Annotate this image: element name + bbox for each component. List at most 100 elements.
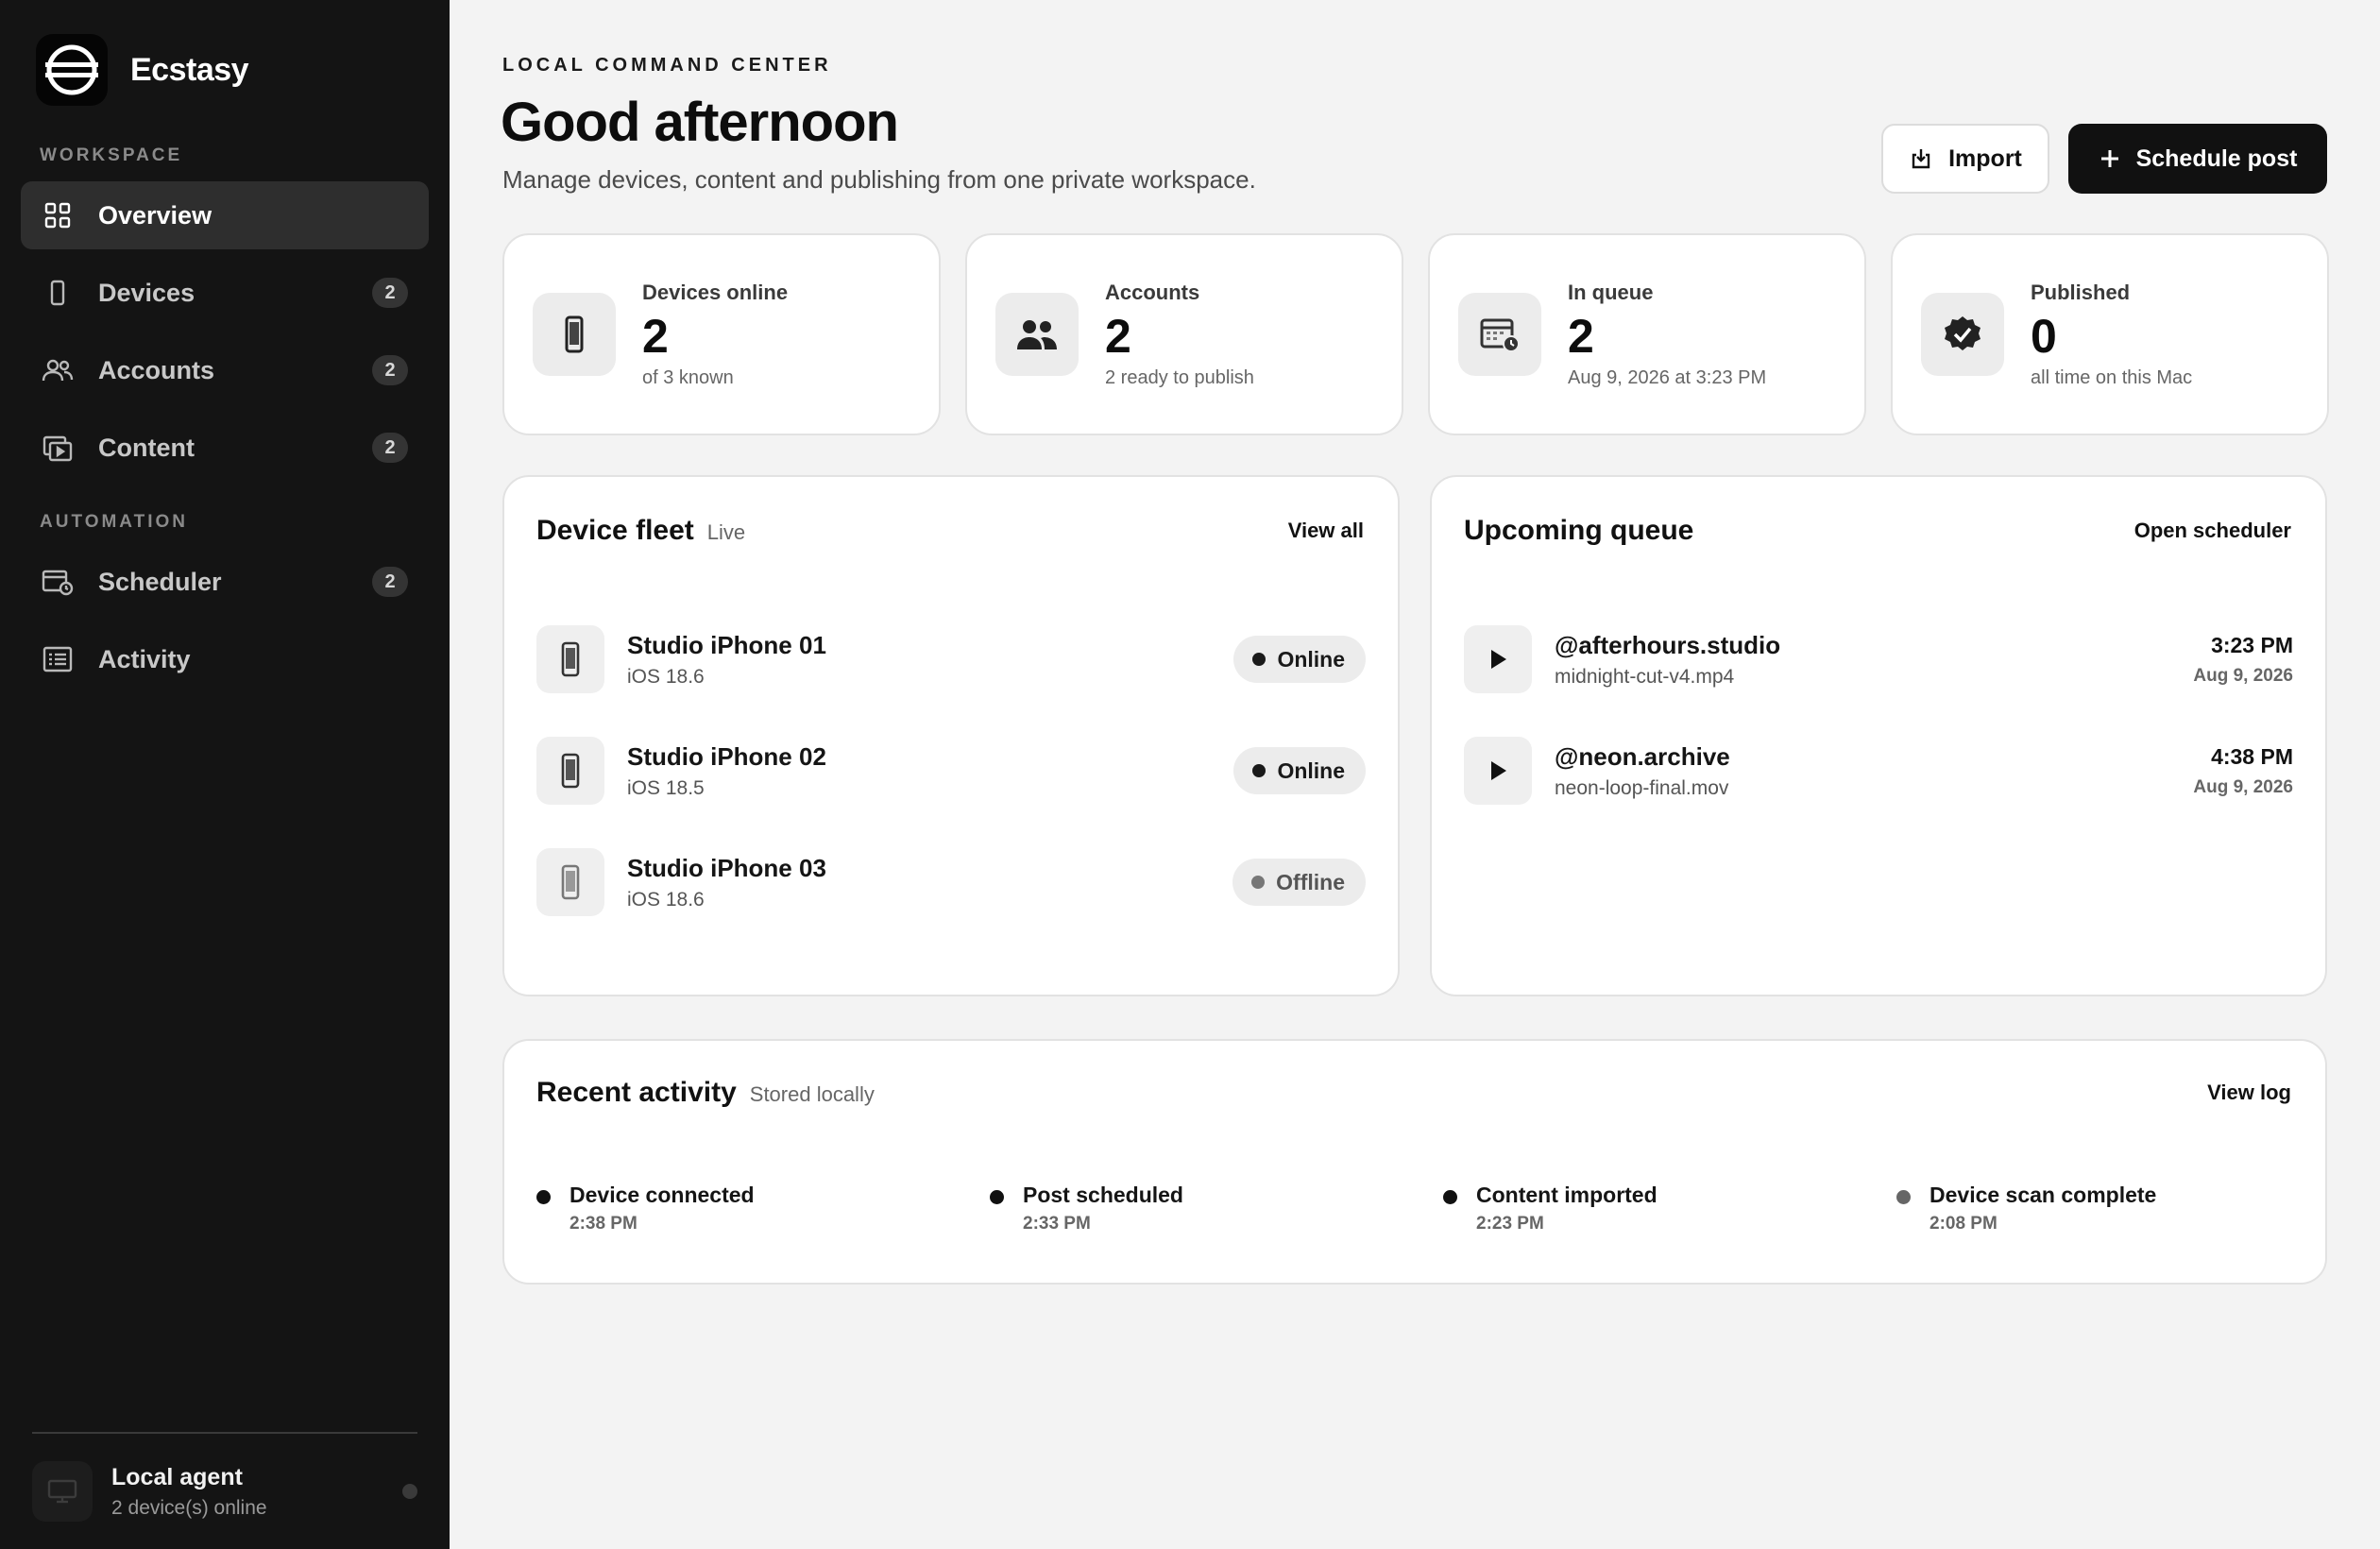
event-title: Device connected — [570, 1183, 755, 1207]
stat-subtext: all time on this Mac — [2031, 366, 2193, 388]
count-badge: 2 — [372, 567, 408, 597]
stat-value: 2 — [1105, 309, 1131, 363]
sidebar-item-label: Content — [98, 433, 195, 462]
stat-subtext: 2 ready to publish — [1105, 366, 1254, 388]
schedule-post-label: Schedule post — [2135, 145, 2298, 172]
import-label: Import — [1948, 145, 2022, 172]
queue-time: 4:38 PM — [2211, 743, 2293, 769]
sidebar-item-accounts[interactable]: Accounts 2 — [21, 336, 429, 404]
agent-subtitle: 2 device(s) online — [111, 1496, 267, 1519]
device-name: Studio iPhone 03 — [627, 853, 826, 882]
sidebar-item-label: Scheduler — [98, 567, 222, 596]
live-tag: Live — [706, 520, 746, 544]
device-row[interactable]: Studio iPhone 03 iOS 18.6 Offline — [536, 848, 1366, 916]
sidebar-item-overview[interactable]: Overview — [21, 181, 429, 249]
phone-icon — [536, 737, 604, 805]
import-button[interactable]: Import — [1881, 124, 2049, 194]
stat-card-in-queue: In queue 2 Aug 9, 2026 at 3:23 PM — [1428, 233, 1866, 435]
brand-logo-icon[interactable] — [36, 34, 108, 106]
device-row[interactable]: Studio iPhone 01 iOS 18.6 Online — [536, 625, 1366, 693]
stat-label: In queue — [1568, 280, 1654, 304]
event-time: 2:38 PM — [570, 1214, 638, 1234]
activity-event: Device scan complete 2:08 PM — [1896, 1183, 2156, 1234]
panel-title: Upcoming queue — [1464, 515, 1694, 546]
play-icon[interactable] — [1464, 625, 1532, 693]
stat-card-devices-online: Devices online 2 of 3 known — [502, 233, 941, 435]
status-dot — [1252, 764, 1266, 777]
count-badge: 2 — [372, 355, 408, 385]
play-icon[interactable] — [1464, 737, 1532, 805]
stat-value: 0 — [2031, 309, 2057, 363]
users-icon — [42, 354, 74, 386]
stat-subtext: Aug 9, 2026 at 3:23 PM — [1568, 366, 1767, 388]
verified-badge-icon — [1921, 293, 2004, 376]
phone-icon — [536, 848, 604, 916]
event-dot — [1443, 1190, 1457, 1204]
schedule-post-button[interactable]: Schedule post — [2068, 124, 2327, 194]
stat-value: 2 — [1568, 309, 1594, 363]
panel-title: Device fleet Live — [536, 515, 746, 546]
queue-file: midnight-cut-v4.mp4 — [1555, 665, 1735, 688]
view-all-link[interactable]: View all — [1288, 519, 1364, 543]
view-log-link[interactable]: View log — [2207, 1081, 2291, 1105]
device-name: Studio iPhone 01 — [627, 630, 826, 659]
count-badge: 2 — [372, 278, 408, 308]
sidebar-item-label: Overview — [98, 200, 212, 230]
event-time: 2:33 PM — [1023, 1214, 1091, 1234]
event-title: Post scheduled — [1023, 1183, 1183, 1207]
agent-status-dot — [402, 1484, 417, 1499]
event-dot — [990, 1190, 1004, 1204]
sidebar-item-activity[interactable]: Activity — [21, 625, 429, 693]
device-os: iOS 18.6 — [627, 665, 705, 688]
device-row[interactable]: Studio iPhone 02 iOS 18.5 Online — [536, 737, 1366, 805]
nav-section-automation: AUTOMATION — [40, 512, 189, 532]
stat-label: Published — [2031, 280, 2131, 304]
device-os: iOS 18.6 — [627, 888, 705, 911]
panel-title: Recent activity Stored locally — [536, 1077, 875, 1108]
queue-item[interactable]: @afterhours.studio midnight-cut-v4.mp4 3… — [1464, 625, 2293, 693]
event-dot — [536, 1190, 551, 1204]
users-icon — [995, 293, 1079, 376]
grid-icon — [42, 199, 74, 231]
queue-date: Aug 9, 2026 — [2193, 665, 2293, 686]
device-os: iOS 18.5 — [627, 776, 705, 799]
open-scheduler-link[interactable]: Open scheduler — [2134, 519, 2291, 543]
import-icon — [1909, 146, 1933, 171]
nav-section-workspace: WORKSPACE — [40, 145, 183, 165]
status-badge: Offline — [1232, 859, 1366, 906]
sidebar-item-scheduler[interactable]: Scheduler 2 — [21, 548, 429, 616]
queue-time: 3:23 PM — [2211, 632, 2293, 657]
queue-item[interactable]: @neon.archive neon-loop-final.mov 4:38 P… — [1464, 737, 2293, 805]
phone-icon — [533, 293, 616, 376]
count-badge: 2 — [372, 433, 408, 463]
page-title: Good afternoon — [501, 92, 899, 153]
monitor-icon — [32, 1461, 93, 1522]
stat-subtext: of 3 known — [642, 366, 734, 388]
sidebar-item-label: Activity — [98, 644, 191, 673]
local-agent-status[interactable]: Local agent 2 device(s) online — [32, 1432, 417, 1549]
sidebar-item-content[interactable]: Content 2 — [21, 414, 429, 482]
event-title: Content imported — [1476, 1183, 1658, 1207]
status-dot — [1251, 876, 1266, 889]
page-subtitle: Manage devices, content and publishing f… — [502, 165, 1256, 194]
queue-account: @neon.archive — [1555, 741, 1730, 771]
stat-label: Accounts — [1105, 280, 1200, 304]
queue-account: @afterhours.studio — [1555, 630, 1781, 659]
activity-log-icon — [42, 643, 74, 675]
calendar-clock-icon — [1458, 293, 1541, 376]
agent-title: Local agent — [111, 1463, 243, 1490]
page-eyebrow: LOCAL COMMAND CENTER — [502, 55, 832, 76]
queue-date: Aug 9, 2026 — [2193, 776, 2293, 797]
phone-icon — [536, 625, 604, 693]
activity-event: Content imported 2:23 PM — [1443, 1183, 1658, 1234]
brand-name: Ecstasy — [130, 51, 249, 88]
stat-value: 2 — [642, 309, 669, 363]
activity-event: Device connected 2:38 PM — [536, 1183, 755, 1234]
sidebar: Ecstasy WORKSPACE Overview Devices 2 Acc… — [0, 0, 450, 1549]
app-shell: Ecstasy WORKSPACE Overview Devices 2 Acc… — [0, 0, 2380, 1549]
sidebar-item-devices[interactable]: Devices 2 — [21, 259, 429, 327]
media-library-icon — [42, 432, 74, 464]
status-dot — [1252, 653, 1266, 666]
brand: Ecstasy — [21, 0, 429, 140]
stat-label: Devices online — [642, 280, 789, 304]
